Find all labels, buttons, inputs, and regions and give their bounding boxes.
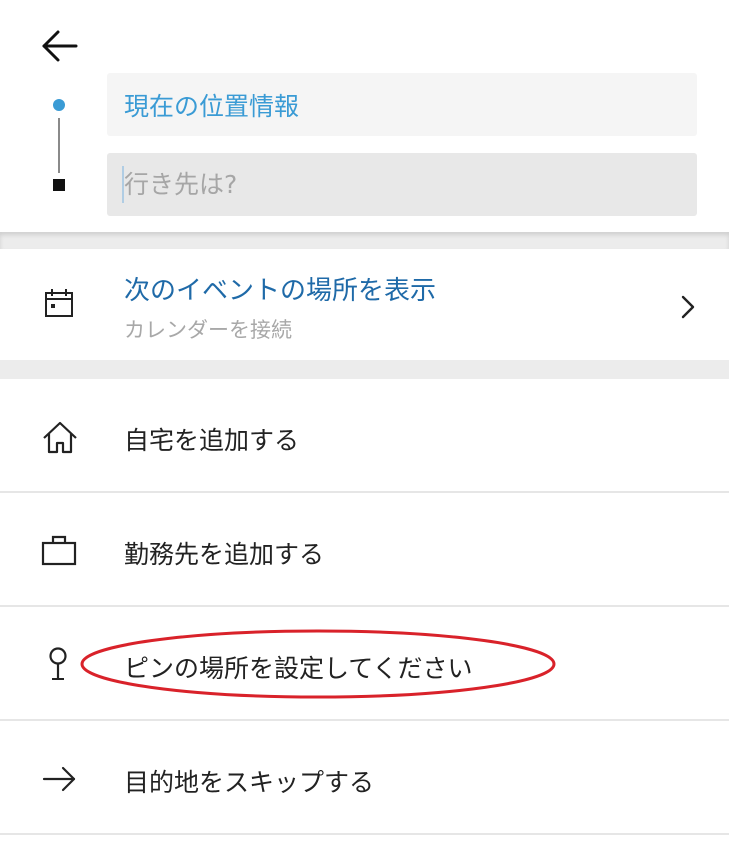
back-arrow-icon xyxy=(42,30,78,62)
pin-icon xyxy=(49,647,67,680)
origin-marker-icon xyxy=(53,99,65,111)
section-divider xyxy=(0,232,729,249)
row-divider xyxy=(0,833,729,835)
destination-screen: 現在の位置情報 次のイベントの場所を表示 カレンダーを接続 自宅を追加する xyxy=(0,0,729,841)
add-work-label[interactable]: 勤務先を追加する xyxy=(124,535,324,571)
back-button[interactable] xyxy=(38,26,82,66)
calendar-icon xyxy=(45,289,73,317)
origin-field[interactable]: 現在の位置情報 xyxy=(107,73,697,136)
add-home-row[interactable] xyxy=(0,379,729,492)
add-home-label[interactable]: 自宅を追加する xyxy=(124,421,299,457)
destination-field[interactable] xyxy=(107,153,697,216)
section-divider xyxy=(0,360,729,379)
route-header: 現在の位置情報 xyxy=(0,0,729,232)
calendar-card-subtitle: カレンダーを接続 xyxy=(124,318,292,342)
destination-input[interactable] xyxy=(124,170,684,199)
origin-value: 現在の位置情報 xyxy=(124,91,300,121)
chevron-right-icon[interactable] xyxy=(676,292,700,322)
briefcase-icon xyxy=(41,535,77,566)
route-connector xyxy=(58,118,60,173)
destination-marker-icon xyxy=(53,179,65,191)
calendar-card-title[interactable]: 次のイベントの場所を表示 xyxy=(124,270,436,307)
add-work-row[interactable] xyxy=(0,493,729,606)
home-icon xyxy=(43,421,77,454)
text-caret xyxy=(122,166,124,203)
arrow-right-icon xyxy=(42,766,76,792)
set-pin-label[interactable]: ピンの場所を設定してください xyxy=(124,649,473,685)
skip-destination-label[interactable]: 目的地をスキップする xyxy=(124,763,374,799)
